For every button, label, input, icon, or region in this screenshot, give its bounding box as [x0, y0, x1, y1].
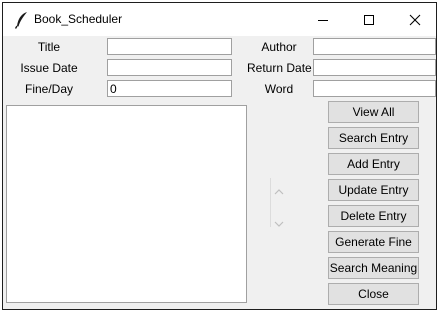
- fine-per-day-input[interactable]: [107, 80, 232, 97]
- app-window: Book_Scheduler Title Author Issue Date R…: [2, 2, 437, 310]
- search-entry-button[interactable]: Search Entry: [328, 127, 419, 149]
- results-scrollbar[interactable]: [270, 178, 287, 227]
- add-entry-button[interactable]: Add Entry: [328, 153, 419, 175]
- feather-icon: [14, 11, 30, 29]
- word-label: Word: [264, 82, 294, 96]
- delete-entry-button[interactable]: Delete Entry: [328, 205, 419, 227]
- title-input[interactable]: [107, 38, 232, 55]
- author-input[interactable]: [313, 38, 436, 55]
- close-window-button[interactable]: [392, 3, 436, 36]
- return-date-input[interactable]: [313, 59, 436, 76]
- title-label: Title: [37, 40, 61, 54]
- fine-per-day-label: Fine/Day: [24, 82, 74, 96]
- generate-fine-button[interactable]: Generate Fine: [328, 231, 419, 253]
- minimize-icon: [318, 20, 328, 21]
- author-label: Author: [261, 40, 297, 54]
- word-input[interactable]: [313, 80, 436, 97]
- return-date-label: Return Date: [247, 61, 312, 75]
- update-entry-button[interactable]: Update Entry: [328, 179, 419, 201]
- search-meaning-button[interactable]: Search Meaning: [328, 257, 419, 279]
- view-all-button[interactable]: View All: [328, 101, 419, 123]
- window-title: Book_Scheduler: [34, 12, 123, 26]
- scroll-up-icon[interactable]: [274, 183, 284, 195]
- results-listbox[interactable]: [6, 105, 247, 303]
- issue-date-input[interactable]: [107, 59, 232, 76]
- maximize-button[interactable]: [346, 3, 392, 36]
- issue-date-label: Issue Date: [20, 61, 78, 75]
- close-button[interactable]: Close: [328, 283, 419, 305]
- title-bar[interactable]: Book_Scheduler: [3, 3, 436, 36]
- minimize-button[interactable]: [300, 3, 346, 36]
- close-icon: [409, 14, 421, 26]
- scroll-down-icon[interactable]: [274, 215, 284, 227]
- maximize-icon: [364, 15, 374, 25]
